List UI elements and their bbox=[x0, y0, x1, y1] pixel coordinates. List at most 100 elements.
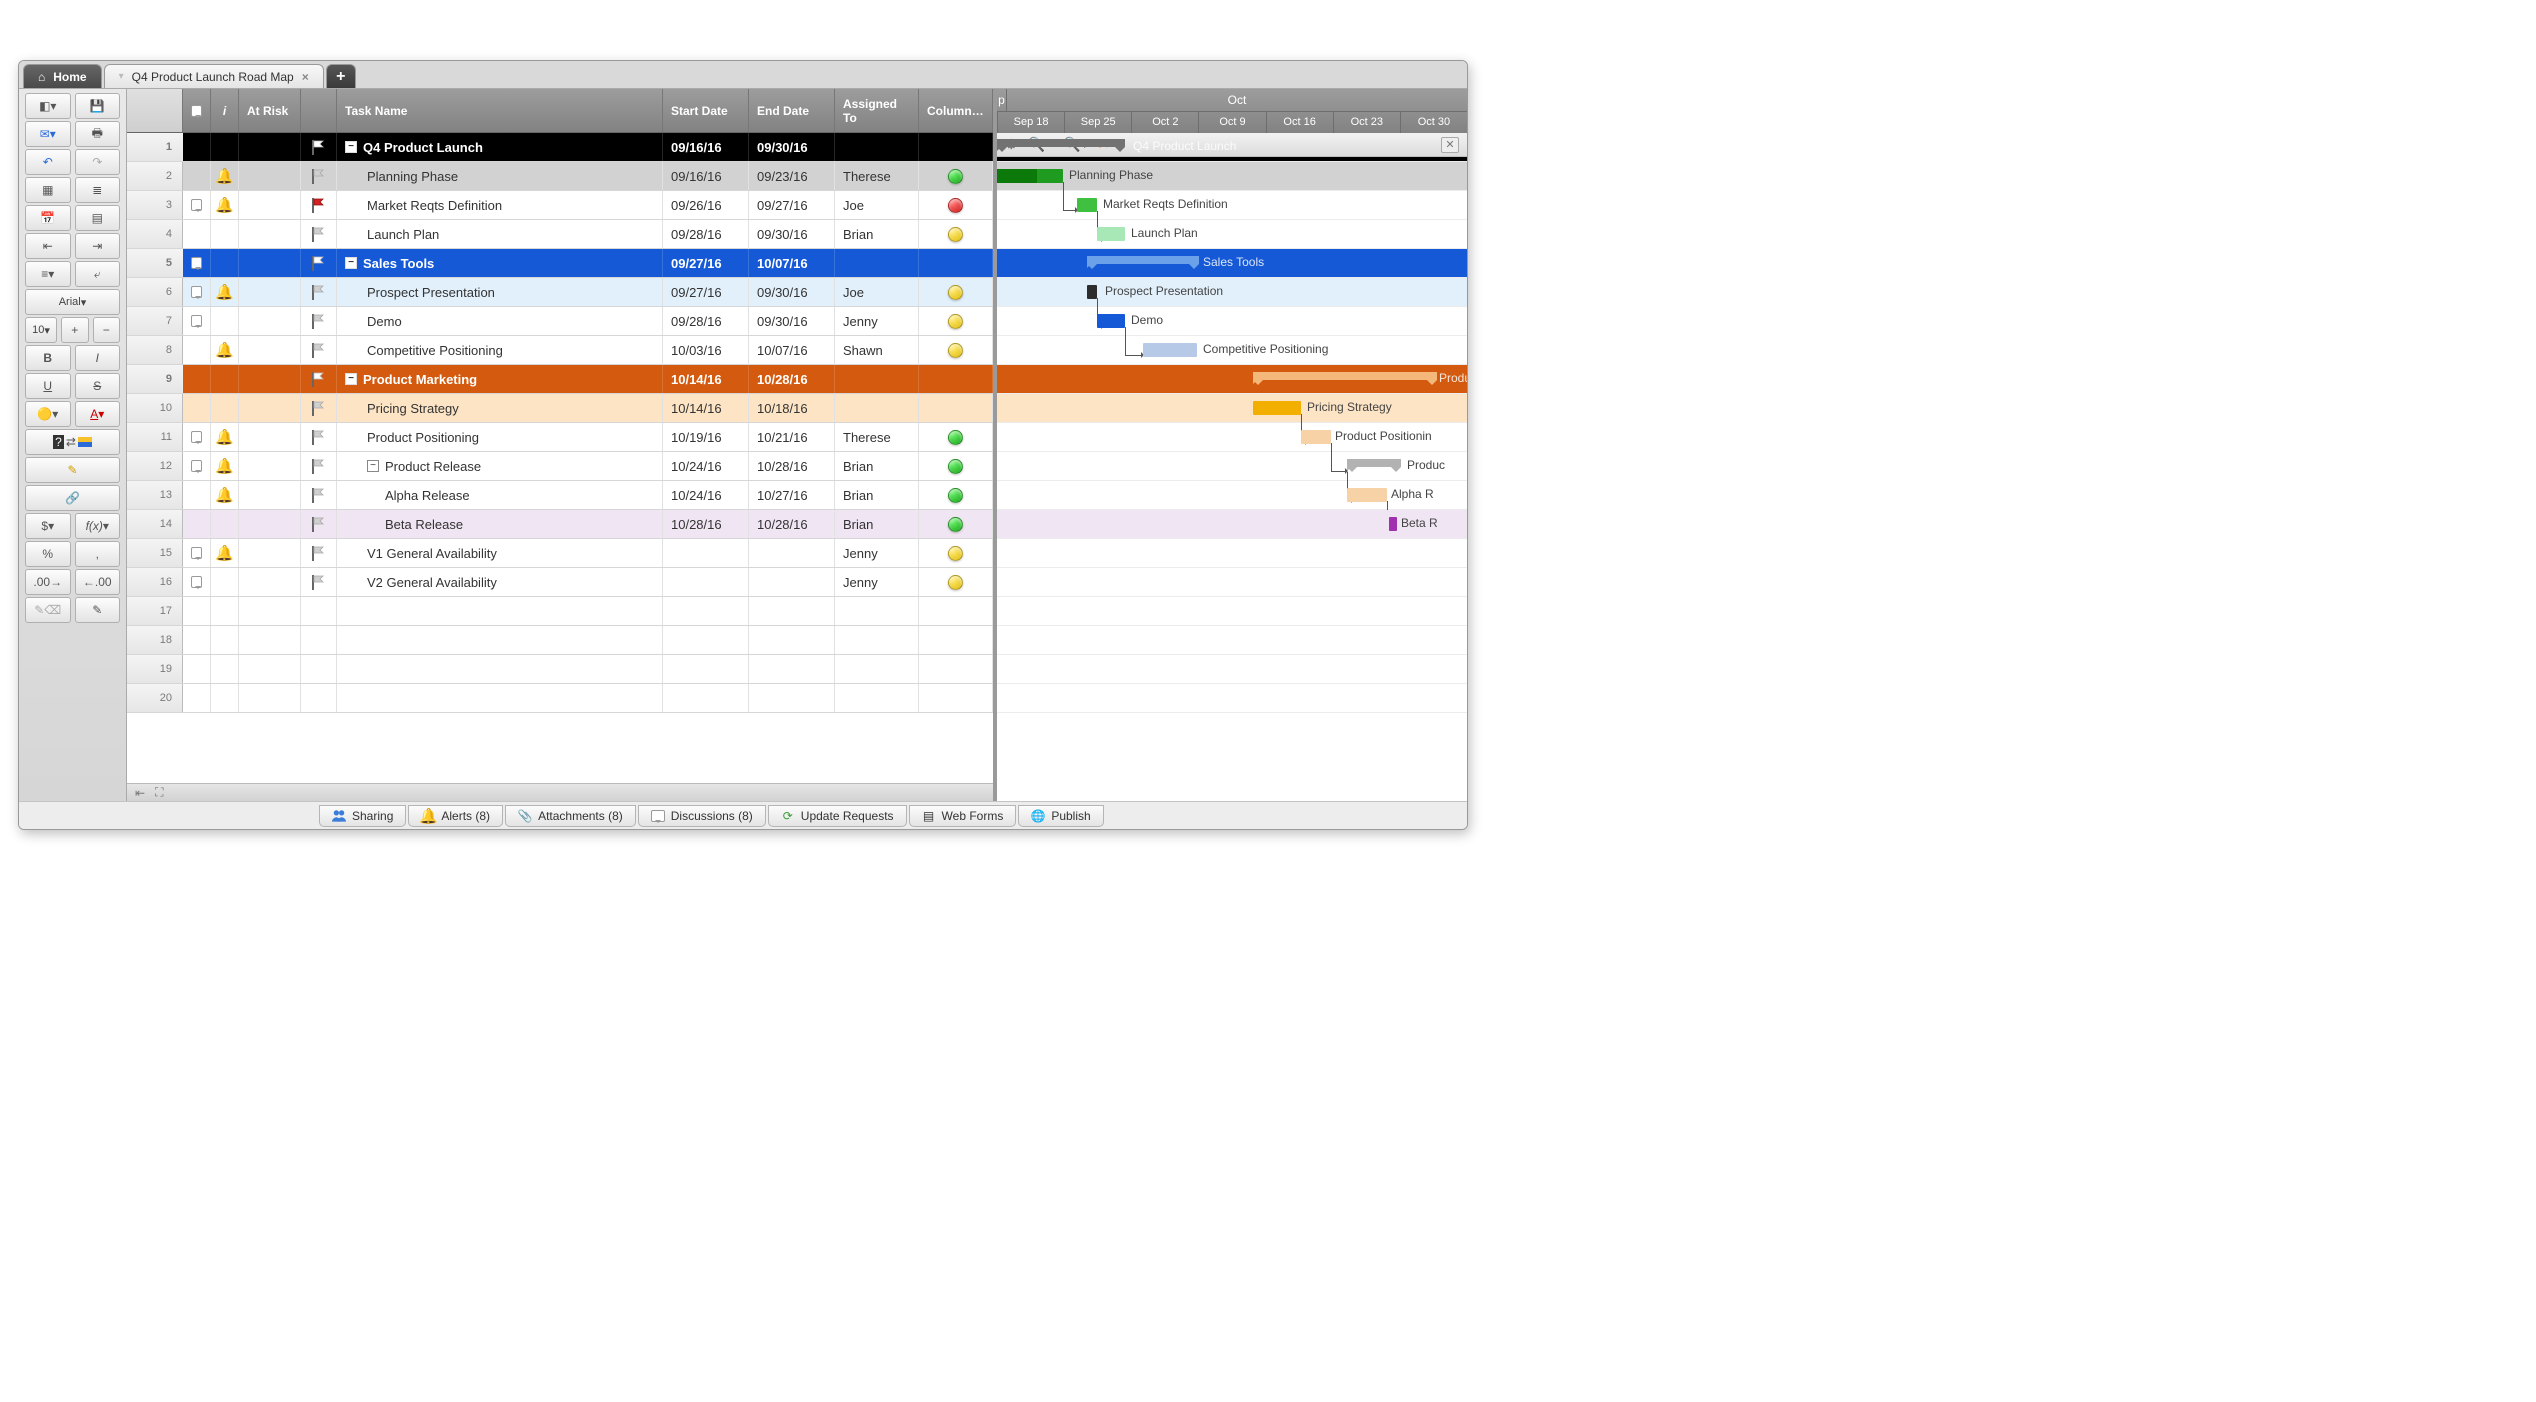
clear-format-button[interactable]: ✎⌫ bbox=[25, 597, 71, 623]
cell-alert[interactable] bbox=[211, 684, 239, 712]
cell-start-date[interactable] bbox=[663, 655, 749, 683]
tab-home[interactable]: ⌂ Home bbox=[23, 64, 102, 88]
cell-alert[interactable]: 🔔 bbox=[211, 191, 239, 219]
font-size-select[interactable]: 10▾ bbox=[25, 317, 57, 343]
cell-end-date[interactable]: 10/28/16 bbox=[749, 510, 835, 538]
cell-flag[interactable] bbox=[301, 510, 337, 538]
cell-at-risk[interactable] bbox=[239, 539, 301, 567]
indent-button[interactable]: ⇥ bbox=[75, 233, 121, 259]
cell-start-date[interactable]: 10/14/16 bbox=[663, 365, 749, 393]
cell-flag[interactable] bbox=[301, 423, 337, 451]
grid-row[interactable]: 13🔔Alpha Release10/24/1610/27/16Brian bbox=[127, 481, 993, 510]
cell-flag[interactable] bbox=[301, 597, 337, 625]
cell-at-risk[interactable] bbox=[239, 162, 301, 190]
bottom-tab-publish[interactable]: 🌐Publish bbox=[1018, 805, 1103, 827]
expand-icon[interactable]: ⛶ bbox=[155, 785, 163, 800]
cell-assigned-to[interactable]: Joe bbox=[835, 278, 919, 306]
grid-row[interactable]: 12🔔−Product Release10/24/1610/28/16Brian bbox=[127, 452, 993, 481]
row-number[interactable]: 9 bbox=[127, 365, 183, 393]
gantt-row[interactable]: Market Reqts Definition bbox=[997, 191, 1467, 220]
grid-rows[interactable]: 1−Q4 Product Launch09/16/1609/30/162🔔Pla… bbox=[127, 133, 993, 783]
grid-row[interactable]: 20 bbox=[127, 684, 993, 713]
cell-alert[interactable] bbox=[211, 568, 239, 596]
gantt-rows[interactable]: .gsummary[style*="left: 0px"]:before{bor… bbox=[997, 157, 1467, 801]
row-number[interactable]: 19 bbox=[127, 655, 183, 683]
cell-flag[interactable] bbox=[301, 539, 337, 567]
row-number[interactable]: 12 bbox=[127, 452, 183, 480]
cell-at-risk[interactable] bbox=[239, 626, 301, 654]
grid-row[interactable]: 15🔔V1 General AvailabilityJenny bbox=[127, 539, 993, 568]
cell-comment[interactable] bbox=[183, 162, 211, 190]
cell-alert[interactable] bbox=[211, 220, 239, 248]
cell-flag[interactable] bbox=[301, 568, 337, 596]
cell-status[interactable] bbox=[919, 655, 993, 683]
cell-task-name[interactable] bbox=[337, 597, 663, 625]
grid-row[interactable]: 9−Product Marketing10/14/1610/28/16 bbox=[127, 365, 993, 394]
row-number[interactable]: 3 bbox=[127, 191, 183, 219]
cell-assigned-to[interactable]: Shawn bbox=[835, 336, 919, 364]
cell-comment[interactable] bbox=[183, 220, 211, 248]
cell-task-name[interactable]: −Product Release bbox=[337, 452, 663, 480]
cell-flag[interactable] bbox=[301, 133, 337, 161]
cell-end-date[interactable]: 09/23/16 bbox=[749, 162, 835, 190]
gantt-summary-bar[interactable]: .gsummary[style*="left: 256px"]:before{b… bbox=[1253, 372, 1437, 380]
row-number[interactable]: 13 bbox=[127, 481, 183, 509]
gantt-row[interactable] bbox=[997, 568, 1467, 597]
underline-button[interactable]: U bbox=[25, 373, 71, 399]
cell-comment[interactable] bbox=[183, 133, 211, 161]
formula-button[interactable]: f(x)▾ bbox=[75, 513, 121, 539]
cell-comment[interactable] bbox=[183, 568, 211, 596]
grid-view-button[interactable]: ▦ bbox=[25, 177, 71, 203]
cell-end-date[interactable] bbox=[749, 539, 835, 567]
cell-at-risk[interactable] bbox=[239, 684, 301, 712]
cell-status[interactable] bbox=[919, 307, 993, 335]
bottom-tab-attachments[interactable]: 📎Attachments (8) bbox=[505, 805, 636, 827]
row-number[interactable]: 6 bbox=[127, 278, 183, 306]
cell-flag[interactable] bbox=[301, 220, 337, 248]
col-at-risk[interactable]: At Risk bbox=[239, 89, 301, 132]
cell-comment[interactable] bbox=[183, 365, 211, 393]
cell-comment[interactable] bbox=[183, 684, 211, 712]
gantt-row[interactable]: .gsummary[style*="left: 350px"]:before{b… bbox=[997, 452, 1467, 481]
fill-color-button[interactable]: 🟡▾ bbox=[25, 401, 71, 427]
cell-end-date[interactable]: 10/07/16 bbox=[749, 249, 835, 277]
cell-start-date[interactable]: 09/16/16 bbox=[663, 133, 749, 161]
cell-flag[interactable] bbox=[301, 307, 337, 335]
cell-alert[interactable] bbox=[211, 365, 239, 393]
mail-button[interactable]: ✉▾ bbox=[25, 121, 71, 147]
gantt-summary-bar[interactable]: .gsummary[style*="left: 350px"]:before{b… bbox=[1347, 459, 1401, 467]
row-number[interactable]: 15 bbox=[127, 539, 183, 567]
gantt-row[interactable]: Planning Phase bbox=[997, 162, 1467, 191]
thousands-button[interactable]: , bbox=[75, 541, 121, 567]
cell-assigned-to[interactable] bbox=[835, 394, 919, 422]
gantt-bar[interactable] bbox=[1253, 401, 1301, 415]
cell-at-risk[interactable] bbox=[239, 655, 301, 683]
cell-at-risk[interactable] bbox=[239, 220, 301, 248]
grid-row[interactable]: 19 bbox=[127, 655, 993, 684]
cell-task-name[interactable]: Demo bbox=[337, 307, 663, 335]
cell-at-risk[interactable] bbox=[239, 568, 301, 596]
cell-at-risk[interactable] bbox=[239, 336, 301, 364]
cell-start-date[interactable]: 09/27/16 bbox=[663, 249, 749, 277]
cell-end-date[interactable] bbox=[749, 568, 835, 596]
cell-alert[interactable]: 🔔 bbox=[211, 539, 239, 567]
cell-start-date[interactable]: 10/03/16 bbox=[663, 336, 749, 364]
cell-alert[interactable] bbox=[211, 510, 239, 538]
bookmark-button[interactable]: ◧▾ bbox=[25, 93, 71, 119]
gantt-row[interactable]: Pricing Strategy bbox=[997, 394, 1467, 423]
decimal-inc-button[interactable]: .00→ bbox=[25, 569, 71, 595]
gantt-close-button[interactable]: ✕ bbox=[1441, 137, 1459, 153]
cell-assigned-to[interactable] bbox=[835, 365, 919, 393]
gantt-bar[interactable] bbox=[997, 169, 1063, 183]
row-number[interactable]: 18 bbox=[127, 626, 183, 654]
cell-task-name[interactable]: Alpha Release bbox=[337, 481, 663, 509]
expand-icon[interactable]: − bbox=[345, 373, 357, 385]
cell-at-risk[interactable] bbox=[239, 423, 301, 451]
cell-start-date[interactable]: 09/28/16 bbox=[663, 220, 749, 248]
cell-status[interactable] bbox=[919, 336, 993, 364]
gantt-row[interactable]: Demo bbox=[997, 307, 1467, 336]
cell-start-date[interactable] bbox=[663, 568, 749, 596]
cell-status[interactable] bbox=[919, 452, 993, 480]
cell-status[interactable] bbox=[919, 539, 993, 567]
cell-task-name[interactable]: −Product Marketing bbox=[337, 365, 663, 393]
